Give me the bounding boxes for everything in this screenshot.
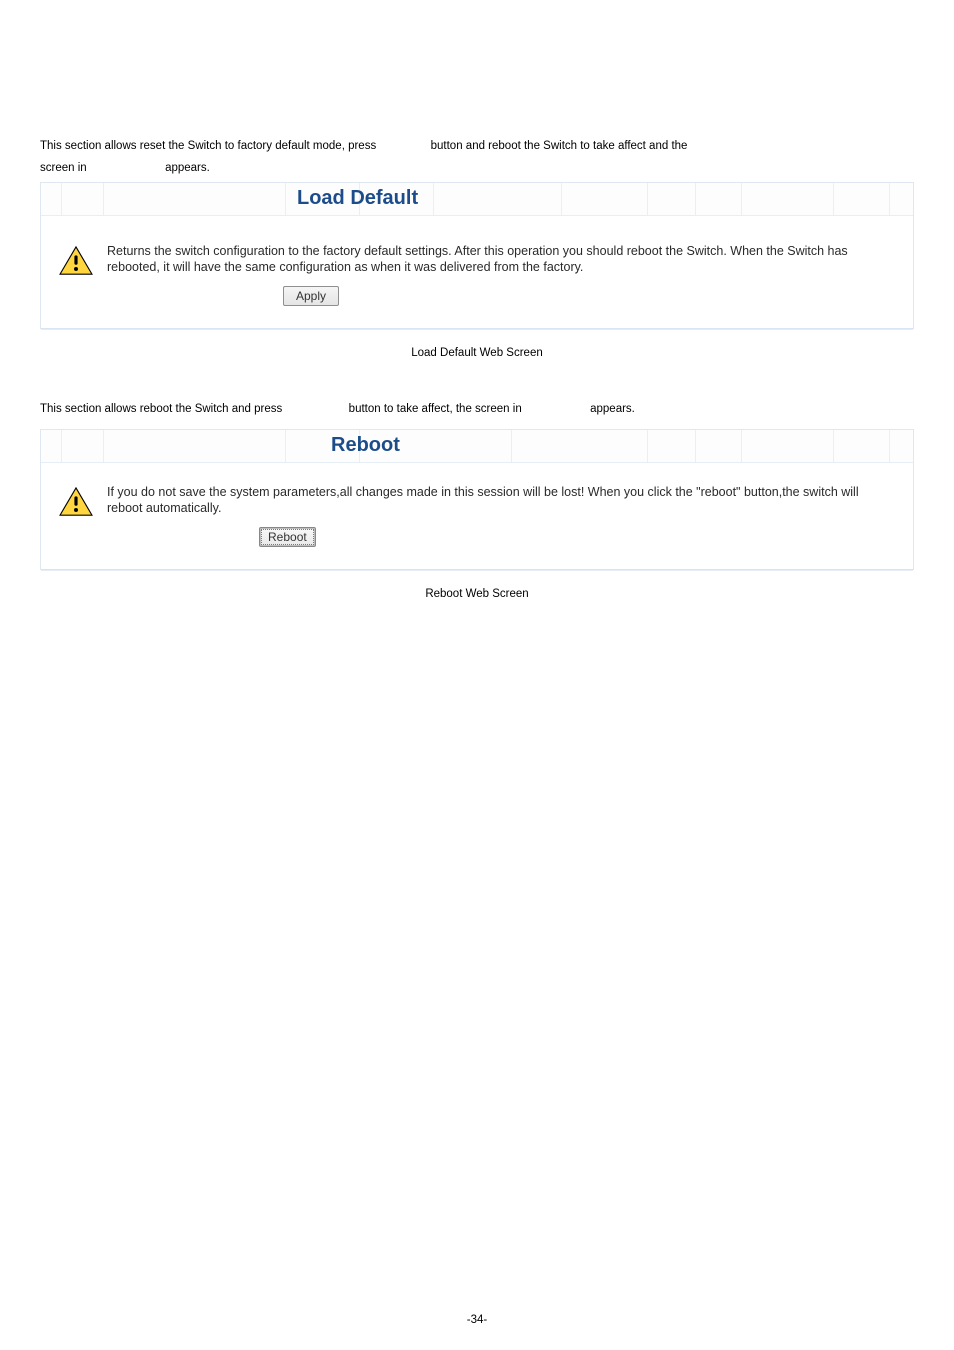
intro2-part1: This section allows reboot the Switch an…: [40, 403, 282, 415]
intro2-part2: button to take affect, the screen in: [349, 403, 522, 415]
panel-title: Reboot: [331, 434, 400, 457]
panel-header: Reboot: [41, 430, 913, 463]
intro1-part3: screen in: [40, 162, 87, 174]
panel-load-default: Load Default Returns the switch configur…: [40, 182, 914, 329]
warning-icon: [59, 246, 93, 276]
warning-icon: [59, 487, 93, 517]
panel2-message: If you do not save the system parameters…: [107, 485, 895, 516]
intro1-part1: This section allows reset the Switch to …: [40, 140, 376, 152]
intro-load-default: This section allows reset the Switch to …: [40, 140, 914, 174]
reboot-button[interactable]: Reboot: [259, 527, 316, 547]
intro1-part4: appears.: [165, 162, 210, 174]
apply-button[interactable]: Apply: [283, 286, 339, 306]
panel-title: Load Default: [297, 187, 418, 210]
panel1-message: Returns the switch configuration to the …: [107, 244, 895, 275]
intro2-part3: appears.: [590, 403, 635, 415]
caption-load-default: Load Default Web Screen: [40, 347, 914, 359]
caption-reboot: Reboot Web Screen: [40, 588, 914, 600]
page-number: -34-: [0, 1314, 954, 1326]
intro1-part2: button and reboot the Switch to take aff…: [431, 140, 688, 152]
panel-reboot: Reboot If you do not save the system par…: [40, 429, 914, 570]
intro-reboot: This section allows reboot the Switch an…: [40, 403, 914, 415]
panel-header: Load Default: [41, 183, 913, 216]
